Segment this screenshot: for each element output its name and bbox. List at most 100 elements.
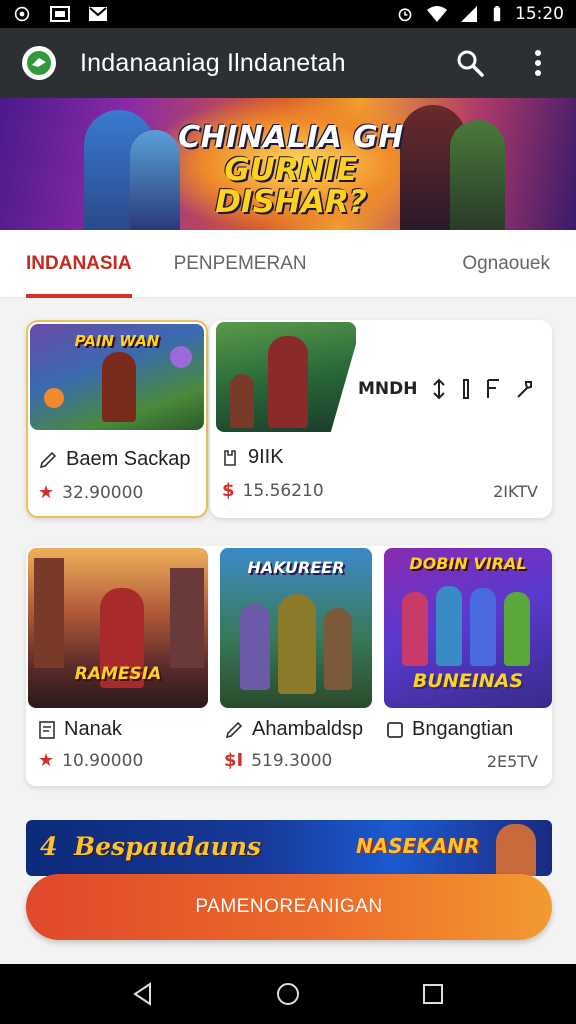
game-meta: $I 519.3000 <box>224 750 332 771</box>
signal-icon <box>461 6 477 22</box>
tab-bar: INDANASIA PENPEMERAN Ognaouek <box>0 230 576 298</box>
game-meta: ★ 10.90000 <box>38 750 143 771</box>
hero-character-right-2 <box>450 120 505 230</box>
action-label: MNDH <box>358 379 418 399</box>
game-thumbnail: PAIN WAN <box>30 324 204 430</box>
navigation-bar <box>0 964 576 1024</box>
game-card[interactable]: HAKUREER Ahambaldsp $I 519.3000 <box>220 546 372 786</box>
app-bar: Indanaaniag Ilndanetah <box>0 28 576 98</box>
game-title: Nanak <box>38 718 122 741</box>
game-meta-value: 10.90000 <box>62 750 144 771</box>
app-logo-icon <box>27 51 51 75</box>
game-thumbnail: HAKUREER <box>220 548 372 708</box>
more-vert-icon <box>535 50 541 76</box>
app-title: Indanaaniag Ilndanetah <box>80 48 346 77</box>
building-shape <box>34 558 64 668</box>
character-figure <box>504 592 530 666</box>
game-meta-value: 15.56210 <box>242 480 324 501</box>
tab-indanasia[interactable]: INDANASIA <box>26 230 132 298</box>
filter-icon[interactable] <box>485 378 501 400</box>
character-figure <box>240 604 270 690</box>
action-row: MNDH <box>358 378 535 400</box>
tab-penpemeran[interactable]: PENPEMERAN <box>174 230 307 298</box>
building-shape <box>170 568 204 668</box>
orb-shape <box>44 388 64 408</box>
dollar-icon: $ <box>222 480 235 501</box>
character-figure <box>436 586 462 666</box>
hero-title-line1: CHINALIA GH <box>178 120 404 155</box>
star-icon: ★ <box>38 750 55 771</box>
hero-character-left-2 <box>130 130 180 230</box>
game-title: Baem Sackap <box>38 448 191 471</box>
photo-icon <box>50 6 70 22</box>
game-right-value: 2IKTV <box>493 482 538 501</box>
game-card-wide[interactable]: MNDH 9IIK $ 15.56210 2IKTV <box>210 320 552 518</box>
game-title-text: Bngangtian <box>412 718 514 740</box>
status-bar: 15:20 <box>0 0 576 28</box>
dollar-icon: $I <box>224 750 244 771</box>
game-meta-value: 519.3000 <box>251 750 333 771</box>
game-card[interactable]: RAMESIA Nanak ★ 10.90000 <box>26 546 210 786</box>
home-icon[interactable] <box>275 981 301 1007</box>
game-thumbnail: DOBIN VIRAL BUNEINAS <box>384 548 552 708</box>
star-icon: ★ <box>38 482 55 503</box>
game-card[interactable]: PAIN WAN Baem Sackap ★ 32.90000 <box>26 320 208 518</box>
pencil-icon <box>39 451 57 468</box>
game-title: Bngangtian <box>386 718 513 741</box>
game-right-value: 2E5TV <box>486 752 538 771</box>
thumbnail-title: RAMESIA <box>74 664 162 684</box>
wrench-icon[interactable] <box>515 378 535 400</box>
character-figure <box>268 336 308 428</box>
status-time: 15:20 <box>515 4 564 24</box>
promo-banner[interactable]: 4 Bespaudauns NASEKANR <box>26 820 552 876</box>
game-title-text: 9IIK <box>248 446 284 468</box>
battery-icon <box>493 6 501 22</box>
game-thumbnail: RAMESIA <box>28 548 208 708</box>
gamepad-icon <box>224 449 236 466</box>
promo-text: Bespaudauns <box>74 832 262 861</box>
search-icon <box>457 50 484 77</box>
game-thumbnail <box>216 322 356 432</box>
game-meta: ★ 32.90000 <box>38 482 143 503</box>
character-figure <box>230 374 254 428</box>
hero-banner[interactable]: CHINALIA GH GURNIE DISHAR? <box>0 98 576 230</box>
bar-icon[interactable] <box>461 378 471 400</box>
search-button[interactable] <box>454 47 486 79</box>
game-title-text: Ahambaldsp <box>252 718 364 740</box>
pencil-icon <box>225 721 243 738</box>
games-row-container: RAMESIA Nanak ★ 10.90000 HAKUREER Ahamba… <box>26 546 552 786</box>
checkbox-icon[interactable] <box>386 721 404 739</box>
hero-title-line2: GURNIE DISHAR? <box>215 151 367 221</box>
whatsapp-icon <box>14 6 30 22</box>
document-icon <box>39 720 55 739</box>
wifi-icon <box>427 6 447 22</box>
app-logo <box>22 46 56 80</box>
alarm-icon <box>398 8 412 22</box>
character-figure <box>102 352 136 422</box>
mail-icon <box>89 7 107 21</box>
game-meta-value: 32.90000 <box>62 482 144 503</box>
promo-number: 4 <box>40 832 58 861</box>
character-figure <box>324 608 352 690</box>
game-title-text: Nanak <box>64 718 122 740</box>
sort-icon[interactable] <box>431 378 447 400</box>
thumbnail-title: DOBIN VIRAL <box>409 554 527 573</box>
game-title: Ahambaldsp <box>224 718 363 741</box>
character-figure <box>470 588 496 666</box>
recents-icon[interactable] <box>420 981 446 1007</box>
game-title-text: Baem Sackap <box>66 448 191 470</box>
thumbnail-title: HAKUREER <box>247 558 345 577</box>
thumbnail-title: PAIN WAN <box>74 332 160 350</box>
more-options-button[interactable] <box>522 47 554 79</box>
game-title: 9IIK <box>220 446 284 469</box>
tab-ognaouek[interactable]: Ognaouek <box>462 230 550 298</box>
back-icon[interactable] <box>130 981 156 1007</box>
cta-button[interactable]: PAMENOREANIGAN <box>26 874 552 940</box>
character-figure <box>278 594 316 694</box>
thumbnail-title-bottom: BUNEINAS <box>412 670 524 692</box>
promo-character <box>496 824 536 876</box>
game-meta: $ 15.56210 <box>222 480 324 501</box>
game-card[interactable]: DOBIN VIRAL BUNEINAS Bngangtian 2E5TV <box>382 546 552 786</box>
character-figure <box>402 592 428 666</box>
promo-badge: NASEKANR <box>356 834 480 858</box>
